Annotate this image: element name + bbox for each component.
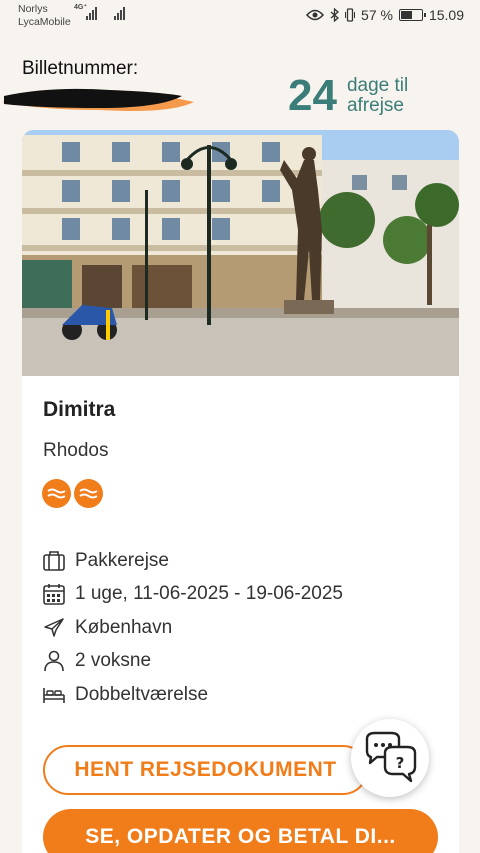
svg-text:?: ?	[396, 754, 405, 772]
carrier-info: Norlys LycaMobile	[18, 3, 71, 29]
detail-label: København	[75, 616, 173, 638]
hotel-photo[interactable]	[22, 130, 459, 376]
suitcase-icon	[43, 550, 65, 571]
calendar-icon	[43, 584, 65, 606]
days-count: 24	[288, 71, 337, 120]
view-update-pay-button[interactable]: SE, OPDATER OG BETAL DI...	[43, 809, 438, 853]
detail-label: Pakkerejse	[75, 549, 169, 571]
airplane-icon	[44, 618, 64, 637]
signal-icon	[86, 7, 98, 20]
departure-countdown: 24 dage til afrejse	[288, 72, 408, 120]
status-right: 57 % 15.09	[306, 7, 464, 23]
bluetooth-icon	[330, 8, 340, 22]
detail-label: 1 uge, 11-06-2025 - 19-06-2025	[75, 583, 343, 605]
detail-departure: København	[42, 611, 343, 645]
days-text-line-1: dage til	[346, 75, 409, 96]
rating-wave-icon	[42, 479, 71, 508]
redaction-scribble	[2, 88, 194, 111]
detail-dates: 1 uge, 11-06-2025 - 19-06-2025	[42, 578, 343, 612]
chat-question-icon: ?	[365, 731, 417, 783]
bed-icon	[43, 687, 65, 703]
carrier-1: Norlys	[18, 3, 48, 15]
days-text-line-2: afrejse	[346, 95, 404, 116]
clock: 15.09	[428, 7, 464, 23]
hotel-name[interactable]: Dimitra	[43, 398, 115, 422]
detail-room: Dobbeltværelse	[42, 678, 343, 712]
hotel-rating	[42, 479, 103, 508]
detail-label: 2 voksne	[75, 650, 152, 672]
status-bar: Norlys LycaMobile 4G⁺ 57 % 15.09	[0, 0, 480, 32]
destination: Rhodos	[43, 440, 109, 461]
carrier-2: LycaMobile	[18, 16, 71, 28]
person-icon	[44, 650, 64, 672]
chat-help-button[interactable]: ?	[351, 719, 429, 797]
detail-label: Dobbeltværelse	[75, 683, 209, 705]
ticket-number-label: Billetnummer:	[22, 58, 139, 79]
battery-icon	[398, 9, 426, 21]
detail-travellers: 2 voksne	[42, 645, 343, 679]
trip-details: Pakkerejse 1 uge, 11-06-2025 - 19-06-202…	[42, 544, 343, 712]
detail-trip-type: Pakkerejse	[42, 544, 343, 578]
eye-icon	[306, 9, 325, 21]
signal-icon-2	[114, 7, 126, 20]
battery-percent: 57 %	[361, 7, 393, 23]
vibrate-icon	[345, 8, 356, 22]
download-document-button[interactable]: HENT REJSEDOKUMENT	[43, 745, 368, 795]
days-text: dage til afrejse	[347, 76, 408, 116]
rating-wave-icon	[74, 479, 103, 508]
